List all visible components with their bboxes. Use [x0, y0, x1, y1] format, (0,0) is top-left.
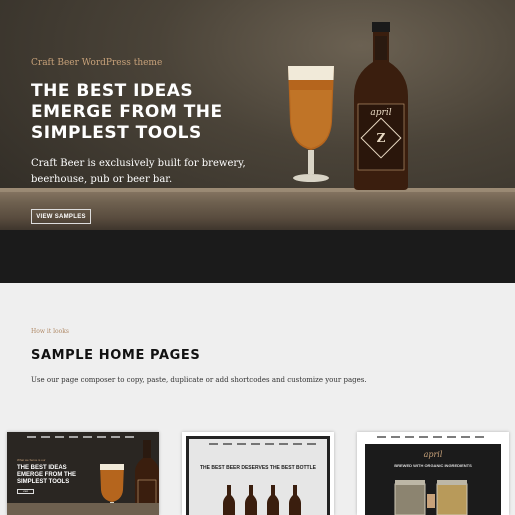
beer-glass-image: [288, 66, 334, 182]
section-description: Use our page composer to copy, paste, du…: [31, 376, 367, 384]
mini-nav: [357, 432, 509, 442]
sample-card-3[interactable]: april BREWED WITH ORGANIC INGREDIENTS: [357, 432, 509, 515]
sample-card-2[interactable]: THE BEST BEER DESERVES THE BEST BOTTLE: [182, 432, 334, 515]
card-plank: [7, 503, 159, 515]
svg-text:Z: Z: [377, 131, 386, 145]
hero-description: Craft Beer is exclusively built for brew…: [31, 158, 246, 185]
hero-banner: Z april Craft Beer WordPress theme THE B…: [0, 0, 515, 230]
hero-title: THE BEST IDEAS EMERGE FROM THE SIMPLEST …: [31, 81, 223, 143]
beer-bottle-image: Z april: [354, 22, 408, 190]
card-logo: april: [423, 450, 443, 459]
card-jars-image: [394, 480, 468, 515]
card-title: BREWED WITH ORGANIC INGREDIENTS: [394, 463, 472, 468]
card-title: THE BEST IDEAS EMERGE FROM THE SIMPLEST …: [17, 465, 77, 485]
hero-kicker: Craft Beer WordPress theme: [31, 58, 163, 68]
view-samples-button[interactable]: VIEW SAMPLES: [31, 209, 91, 224]
section-kicker: How it looks: [31, 328, 69, 335]
mini-nav: [189, 439, 327, 449]
dark-band: [0, 230, 515, 283]
card-frame: april BREWED WITH ORGANIC INGREDIENTS: [365, 444, 501, 515]
card-frame: THE BEST BEER DESERVES THE BEST BOTTLE: [186, 436, 330, 515]
card-bottles-image: [223, 485, 301, 515]
card-view-button: VIEW: [17, 489, 34, 494]
card-title: THE BEST BEER DESERVES THE BEST BOTTLE: [199, 465, 317, 471]
card-kicker: What we Serve is our: [17, 458, 46, 462]
sample-card-1[interactable]: What we Serve is our THE BEST IDEAS EMER…: [7, 432, 159, 515]
bottle-label-text: april: [370, 108, 391, 118]
section-title: SAMPLE HOME PAGES: [31, 348, 201, 363]
